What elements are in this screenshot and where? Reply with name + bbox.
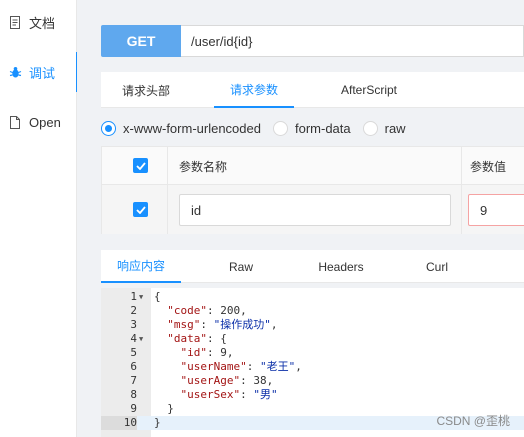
code-line: 8 "userSex": "男"	[101, 388, 524, 402]
code-text: "userSex": "男"	[180, 388, 278, 401]
code-text: }	[154, 402, 174, 415]
sidebar: 文档 调试 Open	[0, 0, 78, 437]
param-name-input[interactable]: id	[179, 194, 451, 226]
code-line: 4 ▼ "data": {	[101, 332, 524, 346]
column-header-param-value: 参数值	[470, 159, 507, 174]
fold-toggle-icon[interactable]: ▼	[139, 290, 149, 304]
radio-label: x-www-form-urlencoded	[123, 120, 261, 136]
code-line: 7 "userAge": 38,	[101, 374, 524, 388]
line-number: 8	[130, 388, 137, 401]
response-tabs: 响应内容 Raw Headers Curl	[101, 250, 524, 283]
code-text: }	[154, 416, 161, 429]
column-header-param-name: 参数名称	[179, 159, 228, 174]
watermark: CSDN @歪桃	[436, 414, 510, 428]
radio-raw[interactable]: raw	[362, 120, 406, 136]
document-icon	[8, 15, 22, 29]
tab-request-params[interactable]: 请求参数	[214, 72, 294, 108]
tab-response-content[interactable]: 响应内容	[101, 250, 181, 283]
sidebar-item-open[interactable]: Open	[0, 102, 77, 142]
column-divider	[461, 147, 462, 234]
sidebar-item-debug[interactable]: 调试	[0, 52, 78, 92]
code-text: "userName": "老王",	[180, 360, 302, 373]
bug-icon	[8, 65, 22, 79]
column-divider	[167, 147, 168, 234]
radio-form-data[interactable]: form-data	[272, 120, 351, 136]
tab-curl[interactable]: Curl	[415, 250, 459, 283]
line-number: 10	[101, 416, 137, 430]
code-text: "code": 200,	[167, 304, 247, 317]
line-number: 2	[130, 304, 137, 317]
tab-request-headers[interactable]: 请求头部	[101, 72, 191, 108]
code-line: 6 "userName": "老王",	[101, 360, 524, 374]
request-tabs: 请求头部 请求参数 AfterScript	[101, 72, 524, 108]
line-number: 4	[130, 332, 137, 345]
line-number: 7	[130, 374, 137, 387]
sidebar-item-label: Open	[29, 114, 61, 130]
check-icon	[135, 161, 146, 170]
code-line: 3 "msg": "操作成功",	[101, 318, 524, 332]
main-panel: GET /user/id{id} 请求头部 请求参数 AfterScript x…	[77, 0, 524, 437]
line-number: 1	[130, 290, 137, 303]
radio-dot	[101, 120, 116, 136]
select-all-checkbox[interactable]	[133, 158, 148, 173]
line-number: 6	[130, 360, 137, 373]
radio-label: raw	[384, 120, 406, 136]
content-type-radios: x-www-form-urlencoded form-data raw	[101, 116, 524, 140]
code-text: "data": {	[167, 332, 227, 345]
sidebar-item-label: 调试	[29, 65, 56, 81]
code-text: "userAge": 38,	[180, 374, 274, 387]
code-text: "id": 9,	[180, 346, 234, 359]
sidebar-item-docs[interactable]: 文档	[0, 2, 77, 42]
code-line: 2 "code": 200,	[101, 304, 524, 318]
sidebar-item-label: 文档	[29, 15, 56, 31]
tab-headers[interactable]: Headers	[311, 250, 371, 283]
line-number: 5	[130, 346, 137, 359]
check-icon	[135, 205, 146, 214]
url-input[interactable]: /user/id{id}	[181, 25, 524, 57]
radio-label: form-data	[294, 120, 351, 136]
row-checkbox[interactable]	[133, 202, 148, 217]
line-number: 9	[130, 402, 137, 415]
radio-urlencoded[interactable]: x-www-form-urlencoded	[101, 120, 261, 136]
radio-dot	[272, 120, 288, 136]
param-value-input[interactable]: 9	[468, 194, 524, 226]
code-text: "msg": "操作成功",	[167, 318, 278, 331]
code-text: {	[154, 290, 161, 303]
code-line: 5 "id": 9,	[101, 346, 524, 360]
fold-toggle-icon[interactable]: ▼	[139, 332, 149, 346]
tab-afterscript[interactable]: AfterScript	[323, 72, 415, 108]
line-number: 3	[130, 318, 137, 331]
code-line: 1 ▼ {	[101, 290, 524, 304]
file-icon	[8, 115, 22, 129]
radio-dot	[362, 120, 378, 136]
params-table: 参数名称 参数值 id 9	[101, 146, 524, 234]
method-button[interactable]: GET	[101, 25, 181, 57]
tab-raw[interactable]: Raw	[213, 250, 269, 283]
